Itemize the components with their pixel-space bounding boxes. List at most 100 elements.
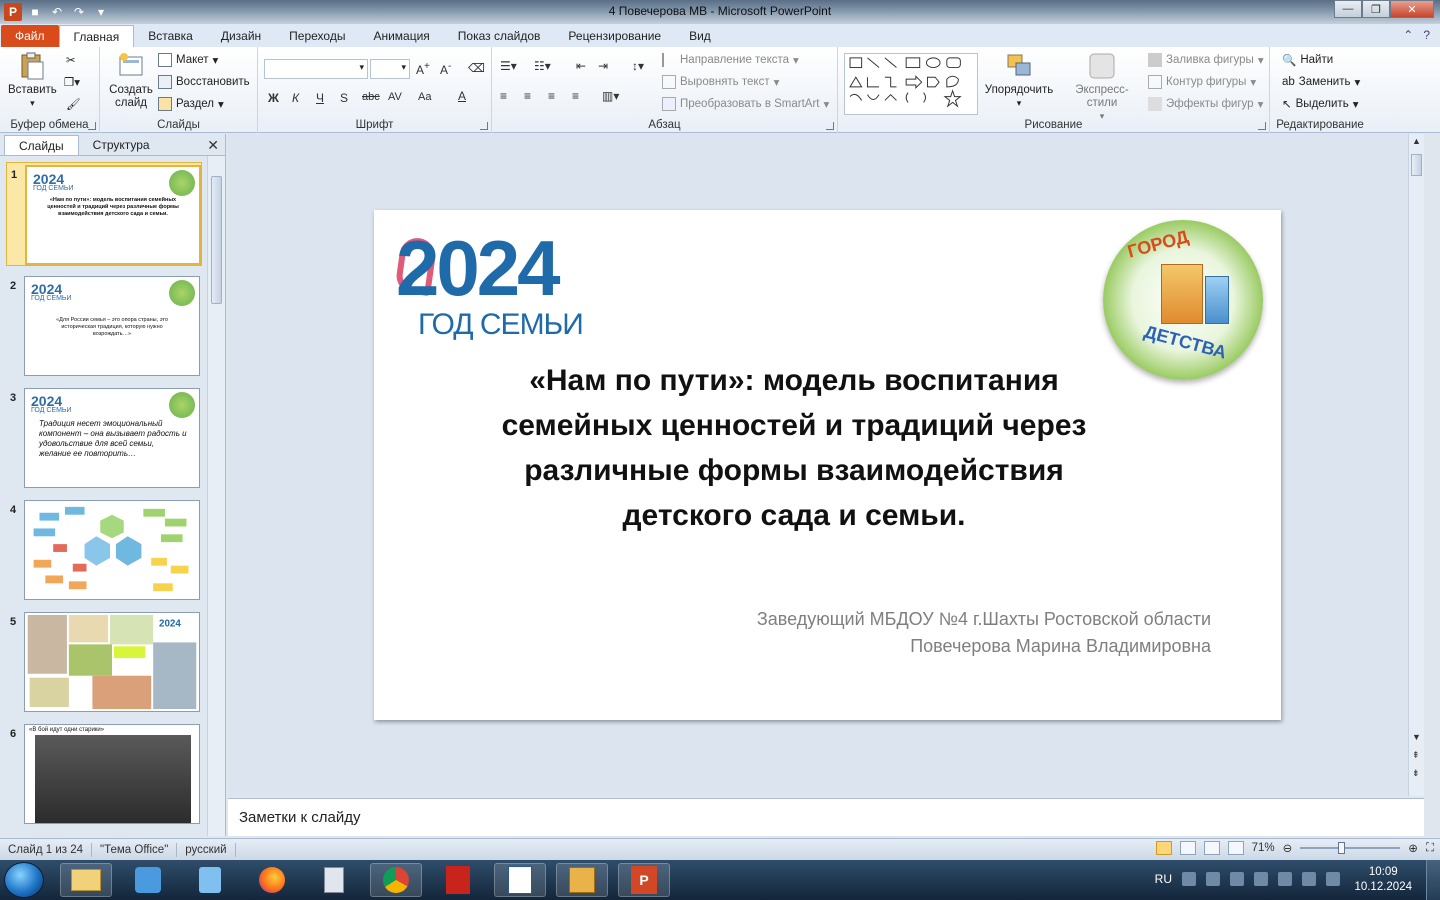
maximize-button[interactable]: ❐ — [1362, 0, 1390, 18]
zoom-out-icon[interactable]: ⊖ — [1283, 841, 1293, 855]
tab-transitions[interactable]: Переходы — [275, 25, 359, 47]
find-button[interactable]: 🔍 Найти — [1282, 53, 1333, 67]
save-icon[interactable]: ■ — [26, 3, 44, 21]
text-direction-button[interactable]: Направление текста ▾ — [662, 53, 799, 67]
tab-view[interactable]: Вид — [675, 25, 725, 47]
slide-subtitle[interactable]: Заведующий МБДОУ №4 г.Шахты Ростовской о… — [757, 606, 1211, 660]
minimize-button[interactable]: — — [1334, 0, 1362, 18]
grow-font-icon[interactable]: A+ — [416, 61, 430, 77]
tray-icon[interactable] — [1182, 872, 1196, 886]
undo-icon[interactable]: ↶ — [48, 3, 66, 21]
smartart-button[interactable]: Преобразовать в SmartArt ▾ — [662, 97, 829, 111]
format-painter-icon[interactable]: 🖌 — [66, 97, 81, 111]
tab-design[interactable]: Дизайн — [207, 25, 275, 47]
copy-icon[interactable]: ❐▾ — [64, 75, 80, 89]
clear-format-icon[interactable]: ⌫ — [468, 61, 485, 75]
shrink-font-icon[interactable]: A- — [440, 61, 451, 77]
tab-home[interactable]: Главная — [58, 25, 135, 47]
normal-view-icon[interactable] — [1155, 841, 1172, 855]
bullets-icon[interactable]: ☰▾ — [500, 59, 517, 73]
align-center-icon[interactable]: ≡ — [524, 89, 531, 103]
tray-icon[interactable] — [1230, 872, 1244, 886]
redo-icon[interactable]: ↷ — [70, 3, 88, 21]
align-left-icon[interactable]: ≡ — [500, 89, 507, 103]
replace-button[interactable]: ab Заменить ▾ — [1282, 75, 1360, 89]
layout-button[interactable]: Макет ▾ — [158, 53, 218, 67]
tab-slideshow[interactable]: Показ слайдов — [444, 25, 555, 47]
columns-icon[interactable]: ▥▾ — [602, 89, 619, 103]
strikethrough-button[interactable]: abc — [362, 91, 380, 103]
notes-pane[interactable]: Заметки к слайду — [228, 798, 1424, 836]
taskbar-clock[interactable]: 10:09 10.12.2024 — [1354, 865, 1412, 895]
slide-sorter-view-icon[interactable] — [1179, 841, 1196, 855]
close-button[interactable]: ✕ — [1390, 0, 1434, 18]
scrollbar-thumb[interactable] — [211, 176, 222, 304]
next-slide-icon[interactable]: ⇟ — [1412, 768, 1420, 779]
zoom-slider[interactable] — [1300, 841, 1401, 855]
powerpoint-taskbar-icon[interactable]: P — [618, 863, 670, 897]
slide-thumbnail-1[interactable]: 1 2024 ГОД СЕМЬИ «Нам по пути»: модель во… — [6, 162, 202, 266]
char-spacing-button[interactable]: AV — [388, 91, 402, 103]
line-spacing-icon[interactable]: ↕▾ — [632, 59, 644, 73]
slides-pane-scrollbar[interactable] — [207, 156, 225, 836]
quick-styles-button[interactable]: Экспресс-стили ▾ — [1060, 51, 1144, 123]
language-indicator[interactable]: русский — [177, 842, 236, 857]
show-desktop-button[interactable] — [1426, 860, 1440, 900]
shapes-gallery[interactable] — [844, 53, 978, 115]
speaker-icon[interactable] — [1278, 872, 1292, 886]
font-launcher-icon[interactable] — [480, 122, 488, 130]
fit-to-window-icon[interactable]: ⛶ — [1426, 842, 1434, 855]
increase-indent-icon[interactable]: ⇥ — [598, 59, 608, 73]
slide-thumbnail-3[interactable]: 3 2024 ГОД СЕМЬИ Традиция несет эмоционал… — [6, 386, 202, 490]
language-indicator[interactable]: RU — [1155, 872, 1172, 886]
zoom-in-icon[interactable]: ⊕ — [1408, 841, 1418, 855]
slide-thumbnail-2[interactable]: 2 2024 ГОД СЕМЬИ «Для России семья – это … — [6, 274, 202, 378]
shape-effects-button[interactable]: Эффекты фигур ▾ — [1148, 97, 1263, 111]
align-right-icon[interactable]: ≡ — [548, 89, 555, 103]
change-case-button[interactable]: Aa — [418, 91, 431, 103]
italic-button[interactable]: К — [292, 91, 299, 105]
tab-review[interactable]: Рецензирование — [554, 25, 675, 47]
paste-button[interactable]: Вставить ▾ — [8, 51, 57, 110]
close-pane-icon[interactable]: ✕ — [207, 137, 219, 154]
underline-button[interactable]: Ч — [316, 91, 324, 105]
slide-thumbnail-5[interactable]: 5 2024 — [6, 610, 202, 714]
current-slide[interactable]: 2024 ГОД СЕМЬИ ГОРОД ДЕТСТВА «Нам по пут… — [374, 210, 1281, 720]
numbering-icon[interactable]: ☷▾ — [534, 59, 551, 73]
tab-outline[interactable]: Структура — [79, 135, 164, 155]
tab-slides[interactable]: Слайды — [4, 135, 79, 155]
reading-view-icon[interactable] — [1203, 841, 1220, 855]
bold-button[interactable]: Ж — [268, 91, 279, 105]
scrollbar-thumb[interactable] — [1411, 154, 1422, 176]
new-slide-button[interactable]: Создать слайд — [106, 51, 156, 110]
media-center-taskbar-icon[interactable] — [122, 863, 174, 897]
tab-insert[interactable]: Вставка — [134, 25, 207, 47]
media-player-taskbar-icon[interactable] — [184, 863, 236, 897]
minimize-ribbon-icon[interactable]: ⌃ — [1403, 28, 1413, 42]
start-button[interactable] — [4, 862, 44, 898]
slide-thumbnail-6[interactable]: 6 «В бой идут одни старики» — [6, 722, 202, 826]
font-color-icon[interactable]: A — [458, 89, 466, 103]
clipboard-launcher-icon[interactable] — [88, 122, 96, 130]
reset-button[interactable]: Восстановить — [158, 75, 250, 89]
arrange-button[interactable]: Упорядочить ▾ — [984, 51, 1054, 110]
tab-animation[interactable]: Анимация — [359, 25, 443, 47]
decrease-indent-icon[interactable]: ⇤ — [576, 59, 586, 73]
calculator-taskbar-icon[interactable] — [308, 863, 360, 897]
powerpoint-icon[interactable]: P — [4, 3, 22, 21]
acrobat-taskbar-icon[interactable] — [432, 863, 484, 897]
previous-slide-icon[interactable]: ⇞ — [1412, 750, 1420, 761]
cut-icon[interactable]: ✂ — [66, 53, 76, 67]
font-size-combo[interactable]: ▾ — [370, 59, 410, 79]
paint-taskbar-icon[interactable] — [556, 863, 608, 897]
word-taskbar-icon[interactable] — [494, 863, 546, 897]
scroll-down-icon[interactable]: ▼ — [1412, 732, 1421, 742]
shape-outline-button[interactable]: Контур фигуры ▾ — [1148, 75, 1256, 89]
tray-icon[interactable] — [1302, 872, 1316, 886]
align-text-button[interactable]: Выровнять текст ▾ — [662, 75, 779, 89]
help-icon[interactable]: ? — [1423, 28, 1430, 42]
tab-file[interactable]: Файл — [1, 25, 59, 47]
justify-icon[interactable]: ≡ — [572, 89, 579, 103]
explorer-taskbar-icon[interactable] — [60, 863, 112, 897]
shadow-button[interactable]: S — [340, 91, 348, 105]
